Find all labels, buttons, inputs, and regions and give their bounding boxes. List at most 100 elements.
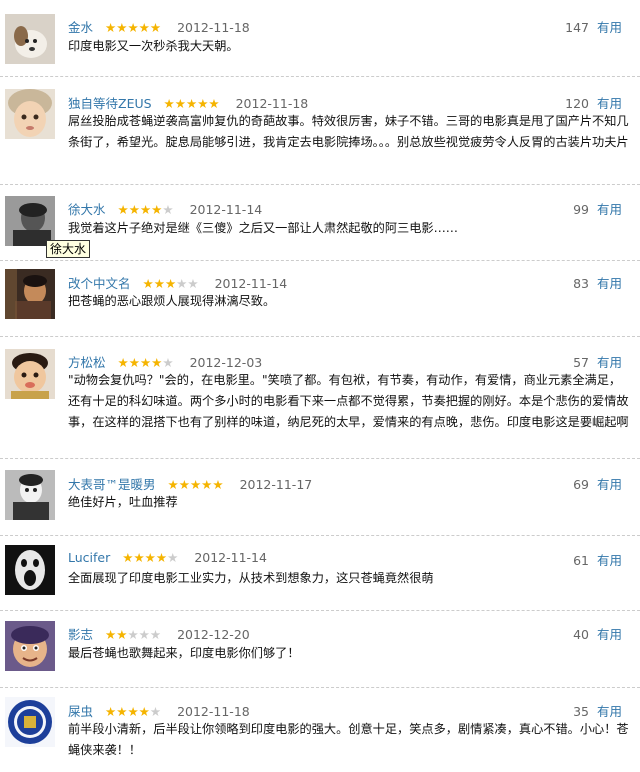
username-link[interactable]: 改个中文名 (68, 276, 131, 291)
useful-link[interactable]: 有用 (597, 96, 622, 111)
star-icon: ★ (117, 202, 129, 217)
useful-link[interactable]: 有用 (597, 477, 622, 492)
username-link[interactable]: 影志 (68, 627, 93, 642)
star-icon: ★ (127, 704, 139, 719)
star-icon: ★ (163, 96, 175, 111)
star-icon: ★ (105, 20, 117, 35)
vote-count: 40 (573, 627, 589, 642)
avatar[interactable] (5, 196, 55, 246)
star-icon: ★ (187, 276, 199, 291)
avatar[interactable] (5, 349, 55, 399)
review-item: 大表哥™是暖男 ★★★★★ 2012-11-17 69 有用 绝佳好片，吐血推荐 (0, 459, 640, 536)
vote-block: 40 有用 (573, 624, 622, 643)
vote-block: 120 有用 (565, 93, 622, 112)
review-item: 屎虫 ★★★★★ 2012-11-18 35 有用 前半段小清新，后半段让你领略到… (0, 688, 640, 772)
star-icon: ★ (176, 276, 188, 291)
star-icon: ★ (174, 96, 186, 111)
star-icon: ★ (142, 276, 154, 291)
review-date: 2012-12-03 (189, 355, 263, 370)
star-icon: ★ (139, 202, 152, 217)
rating-stars: ★★★★★ (143, 276, 199, 291)
star-icon: ★ (162, 355, 174, 370)
review-list: 金水 ★★★★★ 2012-11-18 147 有用 印度电影又一次秒杀我大天朝。… (0, 0, 640, 772)
avatar[interactable] (5, 470, 55, 520)
review-item: Lucifer ★★★★★ 2012-11-14 61 有用 全面展现了印度电影工… (0, 536, 640, 611)
review-text: 最后苍蝇也歌舞起来，印度电影你们够了！ (68, 646, 300, 660)
star-icon: ★ (201, 477, 213, 492)
rating-stars: ★★★★★ (118, 202, 174, 217)
review-text: 绝佳好片，吐血推荐 (68, 495, 178, 509)
review-date: 2012-11-14 (189, 202, 263, 217)
vote-count: 120 (565, 96, 589, 111)
star-icon: ★ (127, 627, 139, 642)
star-icon: ★ (117, 355, 129, 370)
useful-link[interactable]: 有用 (597, 20, 622, 35)
useful-link[interactable]: 有用 (597, 355, 622, 370)
star-icon: ★ (128, 202, 140, 217)
username-link[interactable]: Lucifer (68, 550, 110, 565)
star-icon: ★ (138, 704, 150, 719)
star-icon: ★ (167, 477, 179, 492)
review-item: 徐大水 ★★★★★ 2012-11-14 99 有用 我觉着这片子绝对是继《三傻》… (0, 185, 640, 261)
star-icon: ★ (116, 20, 128, 35)
vote-count: 99 (573, 202, 589, 217)
username-tooltip: 徐大水 (46, 240, 91, 258)
review-date: 2012-11-18 (177, 20, 250, 35)
review-text: 把苍蝇的恶心跟烦人展现得淋漓尽致。 (68, 294, 276, 308)
review-text: 屌丝投胎成苍蝇逆袭高富帅复仇的奇葩故事。特效很厉害，妹子不错。三哥的电影真是甩了… (68, 114, 629, 149)
username-link[interactable]: 屎虫 (68, 704, 93, 719)
star-icon: ★ (162, 202, 174, 217)
star-icon: ★ (105, 627, 117, 642)
vote-count: 83 (573, 276, 589, 291)
vote-count: 57 (573, 355, 589, 370)
review-item: 独自等待ZEUS ★★★★★ 2012-11-18 120 有用 屌丝投胎成苍蝇逆… (0, 77, 640, 185)
avatar[interactable] (5, 89, 55, 139)
star-icon: ★ (105, 704, 117, 719)
star-icon: ★ (138, 627, 150, 642)
vote-count: 61 (573, 553, 589, 568)
star-icon: ★ (178, 477, 190, 492)
star-icon: ★ (116, 627, 128, 642)
review-item: 方松松 ★★★★★ 2012-12-03 57 有用 "动物会复仇吗？"会的，在电… (0, 337, 640, 459)
star-icon: ★ (155, 550, 168, 565)
vote-count: 69 (573, 477, 589, 492)
avatar[interactable] (5, 545, 55, 595)
username-link[interactable]: 方松松 (68, 355, 106, 370)
rating-stars: ★★★★★ (168, 477, 224, 492)
avatar[interactable] (5, 697, 55, 747)
useful-link[interactable]: 有用 (597, 704, 622, 719)
useful-link[interactable]: 有用 (597, 627, 622, 642)
star-icon: ★ (167, 550, 179, 565)
review-text: 全面展现了印度电影工业实力，从技术到想象力，这只苍蝇竟然很萌 (68, 571, 434, 585)
avatar[interactable] (5, 269, 55, 319)
star-icon: ★ (149, 704, 162, 719)
username-link[interactable]: 金水 (68, 20, 93, 35)
useful-link[interactable]: 有用 (597, 276, 622, 291)
username-link[interactable]: 独自等待ZEUS (68, 96, 152, 111)
star-icon: ★ (153, 276, 165, 291)
star-icon: ★ (127, 20, 139, 35)
rating-stars: ★★★★★ (164, 96, 220, 111)
useful-link[interactable]: 有用 (597, 202, 622, 217)
vote-block: 147 有用 (565, 17, 622, 36)
rating-stars: ★★★★★ (118, 355, 174, 370)
review-text: 前半段小清新，后半段让你领略到印度电影的强大。创意十足，笑点多，剧情紧凑，真心不… (68, 722, 629, 757)
username-link[interactable]: 大表哥™是暖男 (68, 477, 156, 492)
avatar[interactable] (5, 14, 55, 64)
username-link[interactable]: 徐大水 (68, 202, 106, 217)
vote-block: 99 有用 (573, 199, 622, 218)
star-icon: ★ (189, 477, 202, 492)
review-text: "动物会复仇吗？"会的，在电影里。"笑喷了都。有包袱，有节奏，有动作，有爱情，商… (68, 373, 629, 429)
review-item: 改个中文名 ★★★★★ 2012-11-14 83 有用 把苍蝇的恶心跟烦人展现得… (0, 261, 640, 337)
vote-count: 147 (565, 20, 589, 35)
vote-block: 83 有用 (573, 273, 622, 292)
star-icon: ★ (185, 96, 198, 111)
rating-stars: ★★★★★ (105, 20, 161, 35)
avatar[interactable] (5, 621, 55, 671)
rating-stars: ★★★★★ (122, 550, 178, 565)
star-icon: ★ (139, 355, 152, 370)
useful-link[interactable]: 有用 (597, 553, 622, 568)
star-icon: ★ (197, 96, 209, 111)
review-text: 我觉着这片子绝对是继《三傻》之后又一部让人肃然起敬的阿三电影…… (68, 221, 458, 235)
star-icon: ★ (149, 627, 162, 642)
